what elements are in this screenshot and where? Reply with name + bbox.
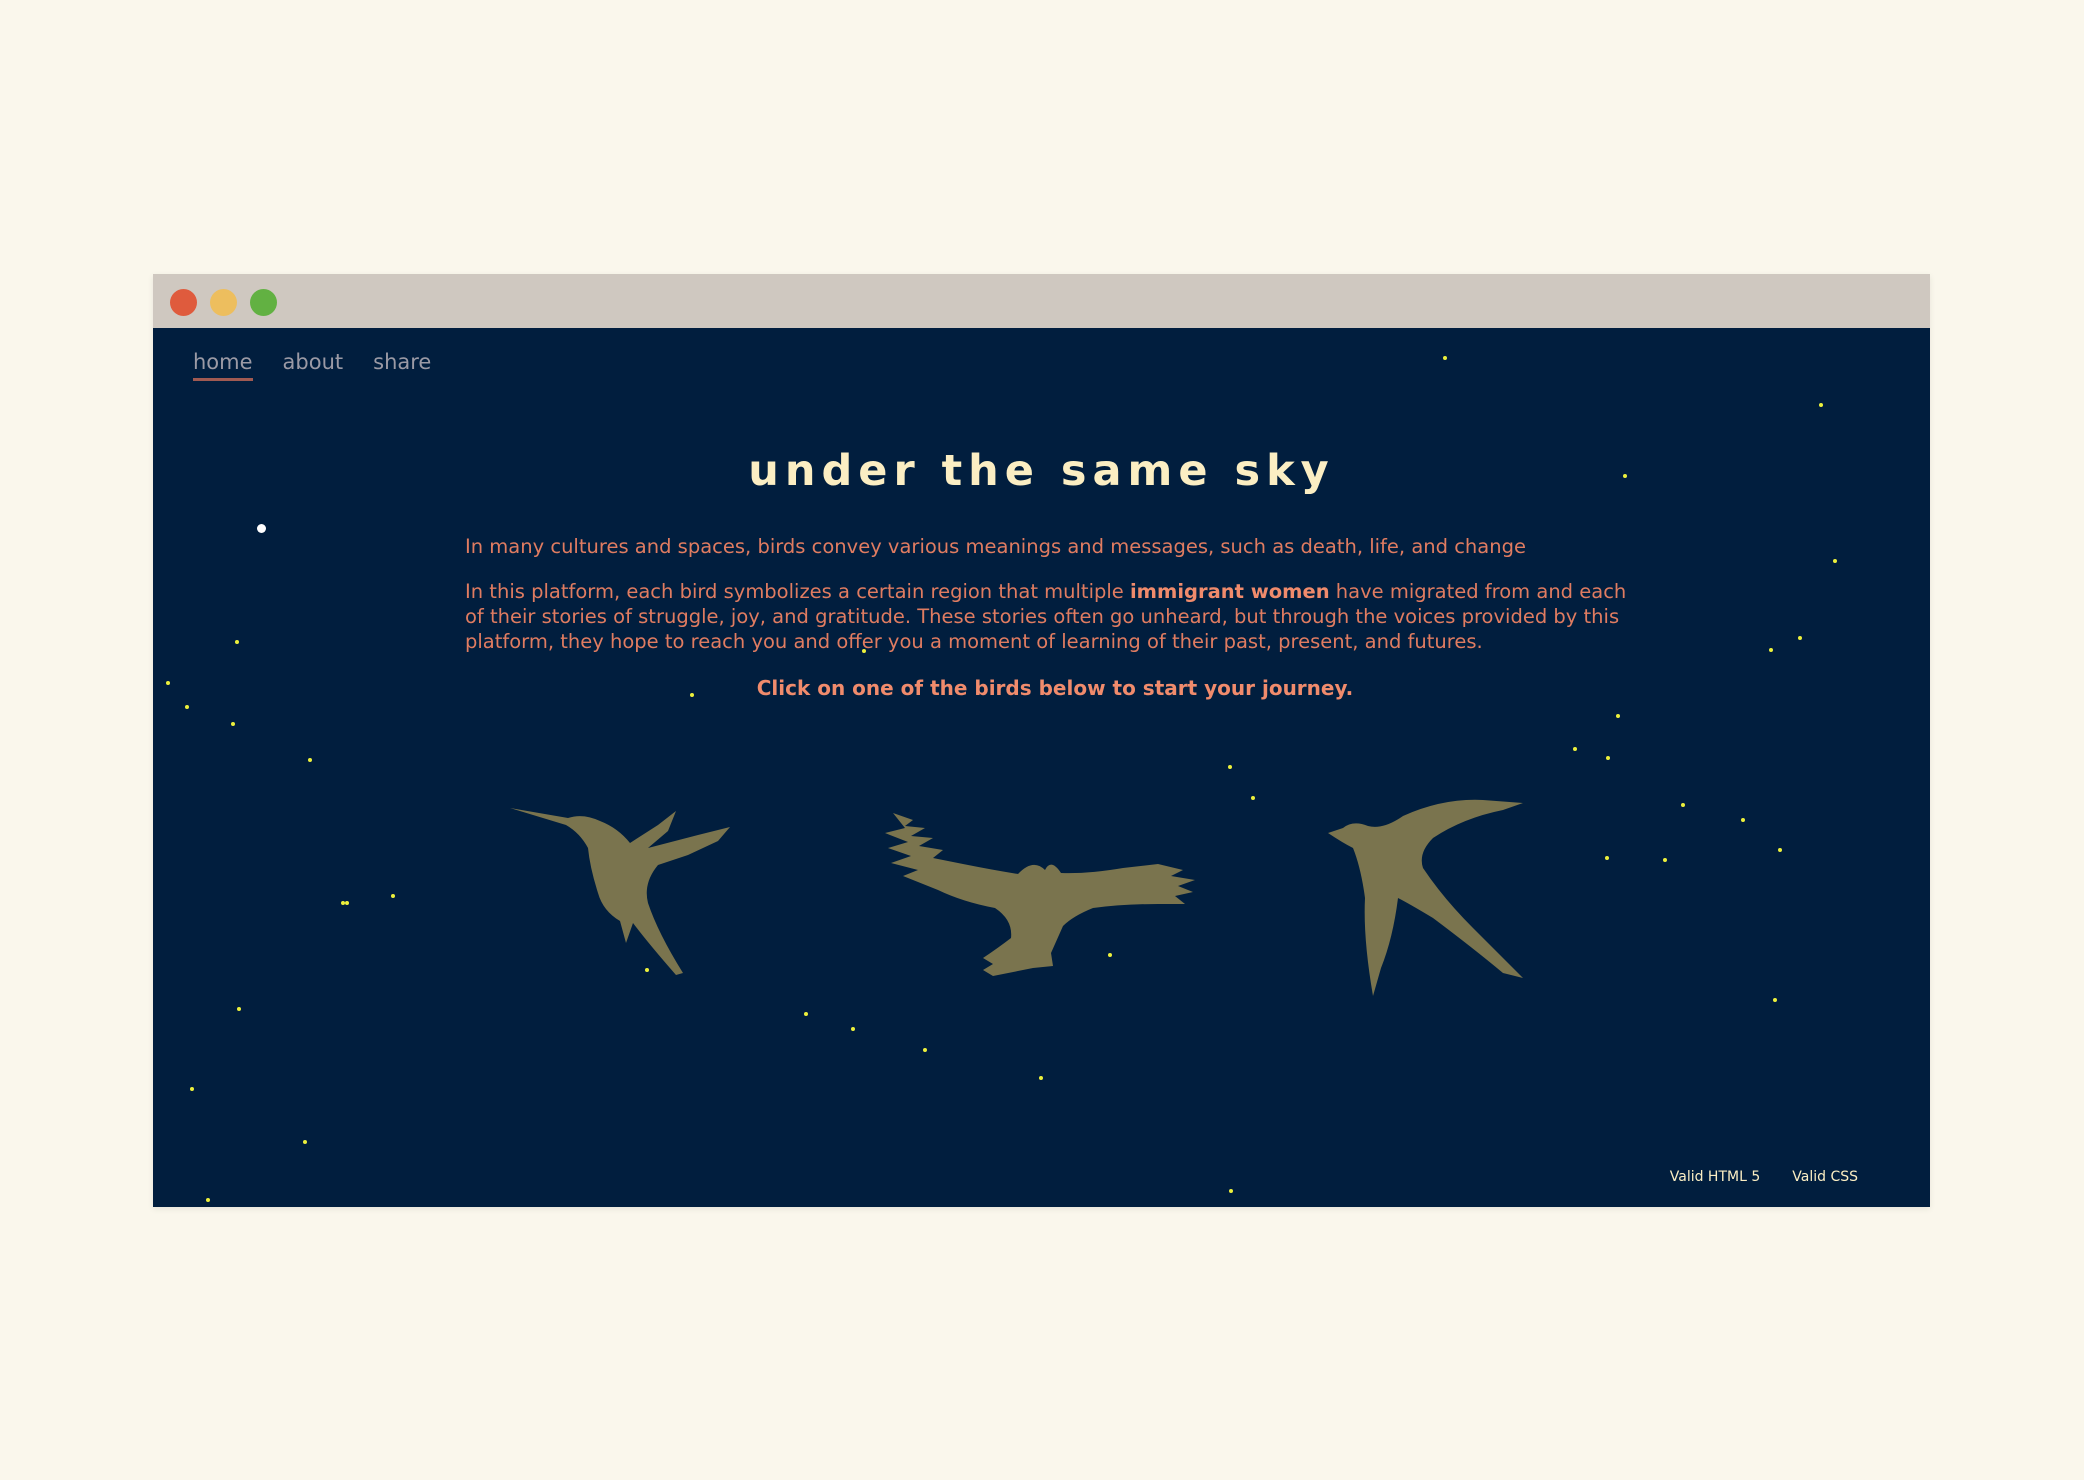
star: [206, 1198, 210, 1202]
star: [1606, 756, 1610, 760]
star: [1605, 856, 1609, 860]
intro-text: In many cultures and spaces, birds conve…: [465, 534, 1645, 721]
star: [237, 1007, 241, 1011]
star: [1573, 747, 1577, 751]
close-window-button[interactable]: [170, 289, 197, 316]
star: [1833, 559, 1837, 563]
validation-footer: Valid HTML 5 Valid CSS: [1670, 1169, 1858, 1185]
star: [1443, 356, 1447, 360]
main-nav: home about share: [193, 350, 431, 381]
star: [303, 1140, 307, 1144]
valid-html-link[interactable]: Valid HTML 5: [1670, 1169, 1761, 1185]
star: [851, 1027, 855, 1031]
hummingbird-icon[interactable]: [508, 793, 808, 1023]
eagle-icon[interactable]: [883, 808, 1213, 988]
star: [391, 894, 395, 898]
star: [923, 1048, 927, 1052]
maximize-window-button[interactable]: [250, 289, 277, 316]
star: [185, 705, 189, 709]
site-canvas: home about share under the same sky In m…: [153, 328, 1930, 1207]
star: [1663, 858, 1667, 862]
intro-paragraph-1: In many cultures and spaces, birds conve…: [465, 535, 1526, 558]
call-to-action: Click on one of the birds below to start…: [756, 676, 1354, 700]
browser-titlebar: [153, 274, 1930, 328]
star: [235, 640, 239, 644]
valid-css-link[interactable]: Valid CSS: [1792, 1169, 1858, 1185]
star: [1741, 818, 1745, 822]
star: [1251, 796, 1255, 800]
star: [1039, 1076, 1043, 1080]
star: [341, 901, 345, 905]
star: [190, 1087, 194, 1091]
intro-paragraph-2: In this platform, each bird symbolizes a…: [465, 579, 1645, 654]
minimize-window-button[interactable]: [210, 289, 237, 316]
nav-home-link[interactable]: home: [193, 350, 253, 381]
star: [1769, 648, 1773, 652]
browser-window: home about share under the same sky In m…: [153, 274, 1930, 1207]
page-title: under the same sky: [748, 446, 1335, 496]
star: [1681, 803, 1685, 807]
star: [1798, 636, 1802, 640]
star: [231, 722, 235, 726]
star: [1819, 403, 1823, 407]
intro-paragraph-2-start: In this platform, each bird symbolizes a…: [465, 580, 1130, 603]
star: [345, 901, 349, 905]
star: [1778, 848, 1782, 852]
star: [166, 681, 170, 685]
intro-highlight: immigrant women: [1130, 580, 1330, 603]
star: [1228, 765, 1232, 769]
star: [1773, 998, 1777, 1002]
nav-about-link[interactable]: about: [283, 350, 344, 381]
swallow-icon[interactable]: [1323, 788, 1573, 1028]
star: [308, 758, 312, 762]
nav-share-link[interactable]: share: [373, 350, 431, 381]
bright-star: [257, 524, 266, 533]
star: [1229, 1189, 1233, 1193]
